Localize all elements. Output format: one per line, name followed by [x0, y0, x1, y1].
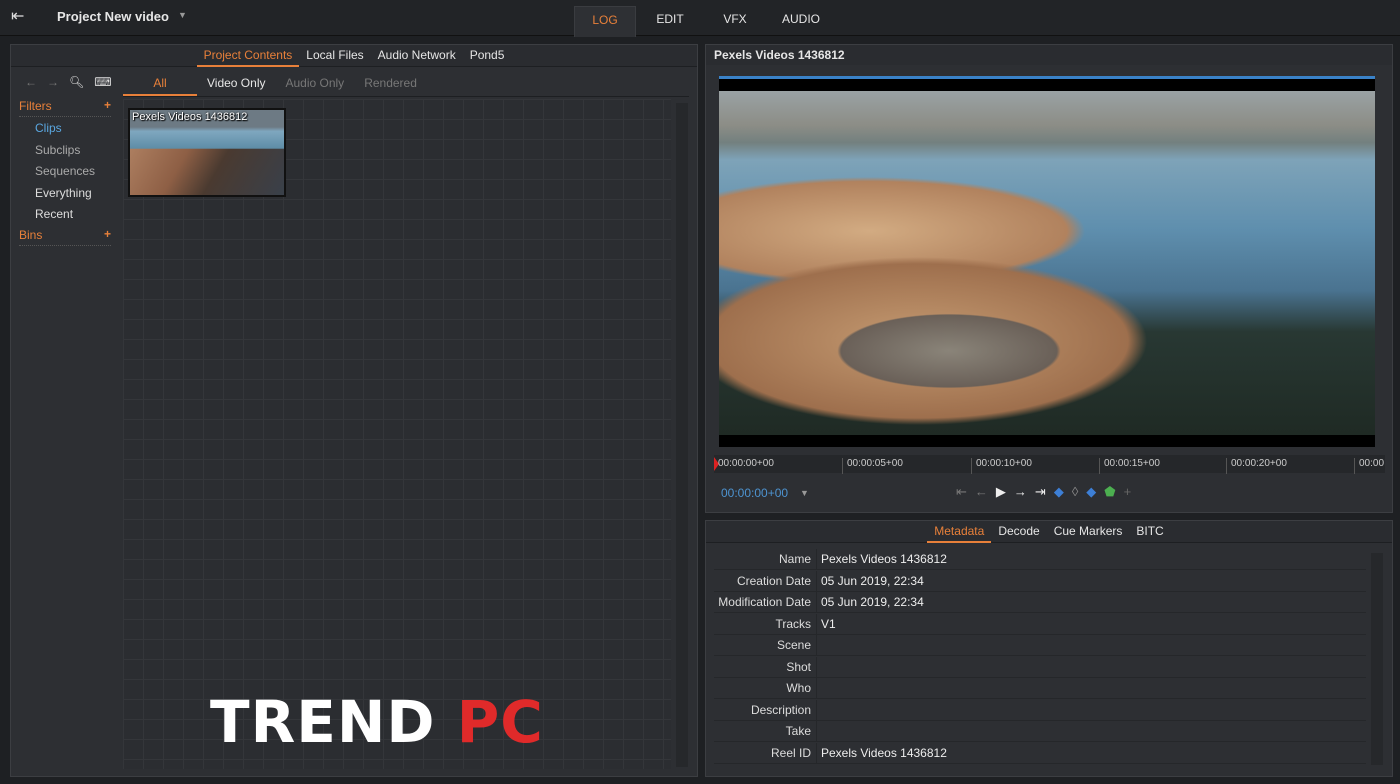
- tab-edit[interactable]: EDIT: [636, 6, 704, 37]
- subtab-rendered[interactable]: Rendered: [354, 73, 427, 96]
- search-icon[interactable]: 🔍︎: [69, 75, 84, 89]
- video-frame: [719, 91, 1375, 435]
- clip-grid: [123, 99, 671, 769]
- tab-log[interactable]: LOG: [574, 6, 636, 37]
- metadata-value[interactable]: Pexels Videos 1436812: [821, 746, 947, 760]
- filter-recent[interactable]: Recent: [35, 207, 73, 221]
- add-filter-icon[interactable]: +: [104, 98, 111, 112]
- chevron-down-icon[interactable]: ▼: [178, 10, 187, 20]
- project-title[interactable]: Project New video: [57, 9, 169, 24]
- metadata-panel: Metadata Decode Cue Markers BITC Name Pex…: [705, 520, 1393, 777]
- tab-local-files[interactable]: Local Files: [299, 45, 370, 67]
- exit-icon[interactable]: ⇤: [11, 6, 24, 26]
- viewer-title: Pexels Videos 1436812: [706, 45, 1392, 65]
- tab-pond5[interactable]: Pond5: [463, 45, 512, 67]
- filters-label: Filters: [19, 99, 52, 113]
- filter-everything[interactable]: Everything: [35, 186, 92, 200]
- metadata-row: Modification Date 05 Jun 2019, 22:34: [714, 592, 1366, 613]
- metadata-row: Scene: [714, 635, 1366, 656]
- filters-header: Filters +: [19, 98, 111, 117]
- clip-thumbnail[interactable]: Pexels Videos 1436812: [128, 108, 286, 197]
- metadata-key: Description: [750, 702, 811, 717]
- clip-name: Pexels Videos 1436812: [132, 111, 248, 123]
- subtab-video-only[interactable]: Video Only: [197, 73, 275, 96]
- metadata-key: Scene: [776, 638, 811, 652]
- metadata-key: Shot: [786, 659, 811, 674]
- tab-decode[interactable]: Decode: [991, 521, 1046, 543]
- tab-bitc[interactable]: BITC: [1129, 521, 1170, 543]
- filter-clips[interactable]: Clips: [35, 121, 62, 135]
- metadata-key: Take: [785, 724, 811, 738]
- filter-sequences[interactable]: Sequences: [35, 164, 95, 178]
- step-back-icon[interactable]: ←: [975, 484, 988, 500]
- ruler-tick: 00:00:00+00: [718, 458, 774, 469]
- mark-in-icon[interactable]: ◆: [1054, 484, 1064, 500]
- play-icon[interactable]: ▶: [996, 484, 1006, 500]
- tab-cue-markers[interactable]: Cue Markers: [1047, 521, 1130, 543]
- filter-subclips[interactable]: Subclips: [35, 143, 80, 157]
- metadata-row: Name Pexels Videos 1436812: [714, 549, 1366, 570]
- bins-label: Bins: [19, 228, 43, 242]
- metadata-row: Shot: [714, 656, 1366, 678]
- add-icon[interactable]: +: [1124, 484, 1132, 500]
- add-bin-icon[interactable]: +: [104, 227, 111, 241]
- metadata-row: Reel ID Pexels Videos 1436812: [714, 742, 1366, 764]
- metadata-value[interactable]: 05 Jun 2019, 22:34: [821, 595, 924, 609]
- tab-audio-network[interactable]: Audio Network: [371, 45, 463, 67]
- metadata-row: Take: [714, 721, 1366, 742]
- step-forward-icon[interactable]: →: [1014, 484, 1027, 500]
- metadata-row: Who: [714, 678, 1366, 699]
- forward-icon[interactable]: →: [47, 75, 59, 89]
- tab-project-contents[interactable]: Project Contents: [196, 45, 300, 67]
- browser-scrollbar[interactable]: [676, 103, 688, 767]
- back-icon[interactable]: ←: [25, 75, 37, 89]
- timecode-display[interactable]: 00:00:00+00: [721, 486, 788, 500]
- viewer-panel: Pexels Videos 1436812 00:00:00+00 00:00:…: [705, 44, 1393, 513]
- tab-metadata[interactable]: Metadata: [927, 521, 992, 543]
- metadata-value[interactable]: V1: [821, 617, 836, 631]
- chevron-down-icon[interactable]: ▼: [800, 488, 809, 498]
- subtab-audio-only[interactable]: Audio Only: [275, 73, 354, 96]
- metadata-key: Reel ID: [770, 745, 811, 760]
- clear-marks-icon[interactable]: ◊: [1072, 484, 1078, 500]
- metadata-key: Modification Date: [718, 595, 811, 609]
- metadata-value[interactable]: Pexels Videos 1436812: [821, 552, 947, 566]
- top-bar: ⇤ Project New video ▼ LOG EDIT VFX AUDIO: [0, 0, 1400, 37]
- tab-audio[interactable]: AUDIO: [766, 6, 836, 37]
- mark-out-icon[interactable]: ◆: [1086, 484, 1096, 500]
- metadata-key: Tracks: [775, 616, 811, 631]
- ruler-tick: 00:00: [1354, 458, 1384, 474]
- ruler-tick: 00:00:05+00: [842, 458, 903, 474]
- metadata-value[interactable]: 05 Jun 2019, 22:34: [821, 574, 924, 588]
- go-to-end-icon[interactable]: ⇥: [1035, 484, 1046, 500]
- ruler-tick: 00:00:15+00: [1099, 458, 1160, 474]
- metadata-row: Tracks V1: [714, 613, 1366, 635]
- metadata-key: Creation Date: [736, 573, 811, 588]
- watermark-logo: TREND PC: [210, 688, 544, 756]
- subtab-all[interactable]: All: [123, 73, 197, 96]
- go-to-start-icon[interactable]: ⇤: [956, 484, 967, 500]
- metadata-row: Description: [714, 699, 1366, 721]
- metadata-scrollbar[interactable]: [1371, 553, 1383, 765]
- video-player[interactable]: [719, 76, 1375, 447]
- ruler-tick: 00:00:20+00: [1226, 458, 1287, 474]
- cue-marker-icon[interactable]: ⬟: [1104, 484, 1115, 500]
- ruler-tick: 00:00:10+00: [971, 458, 1032, 474]
- tab-vfx[interactable]: VFX: [704, 6, 766, 37]
- timeline-ruler[interactable]: 00:00:00+00 00:00:05+00 00:00:10+00 00:0…: [714, 455, 1385, 474]
- metadata-key: Name: [778, 552, 811, 566]
- content-browser: Project Contents Local Files Audio Netwo…: [10, 44, 698, 777]
- metadata-key: Who: [786, 681, 811, 695]
- bins-header: Bins +: [19, 227, 111, 246]
- keyboard-icon[interactable]: ⌨: [94, 75, 111, 89]
- metadata-row: Creation Date 05 Jun 2019, 22:34: [714, 570, 1366, 592]
